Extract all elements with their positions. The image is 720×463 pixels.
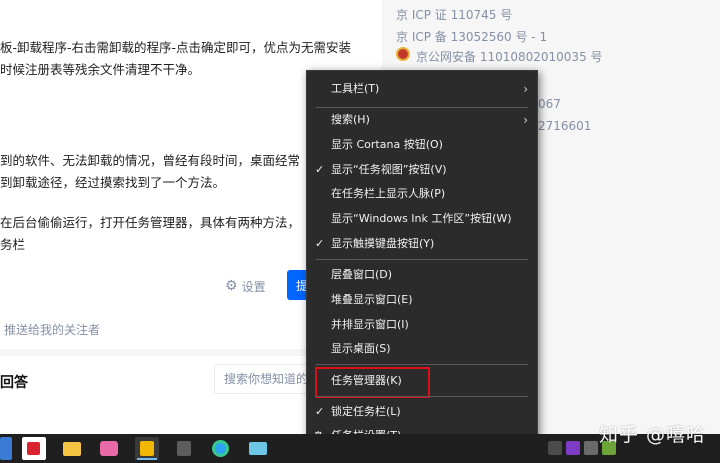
app-icon[interactable] bbox=[246, 437, 270, 460]
article-paragraph: 在后台偷偷运行，打开任务管理器，具体有两种方法， 务栏 bbox=[0, 212, 300, 256]
menu-item-label: 工具栏(T) bbox=[331, 82, 380, 95]
edge-browser-icon[interactable] bbox=[209, 437, 233, 460]
settings-label: 设置 bbox=[241, 279, 266, 294]
settings-button[interactable]: ⚙ 设置 bbox=[225, 275, 266, 297]
menu-item-show-desktop[interactable]: 显示桌面(S) bbox=[307, 337, 537, 361]
checkmark-icon: ✓ bbox=[315, 237, 325, 250]
app-icon[interactable] bbox=[97, 437, 121, 460]
app-icon[interactable] bbox=[135, 437, 159, 460]
tray-icon[interactable] bbox=[548, 441, 562, 455]
menu-item-task-view[interactable]: ✓ 显示“任务视图”按钮(V) bbox=[307, 158, 537, 182]
chevron-right-icon: › bbox=[523, 82, 528, 96]
gear-icon: ⚙ bbox=[225, 278, 238, 294]
icp-record[interactable]: 京 ICP 备 13052560 号 - 1 bbox=[396, 28, 547, 45]
menu-item-label: 并排显示窗口(I) bbox=[331, 318, 409, 331]
app-icon[interactable] bbox=[22, 437, 46, 460]
menu-item-label: 显示触摸键盘按钮(Y) bbox=[331, 237, 435, 250]
onenote-icon[interactable] bbox=[566, 441, 580, 455]
menu-item-search[interactable]: 搜索(H) › bbox=[307, 108, 537, 132]
windows-taskbar[interactable]: 知乎 @嘻哈 bbox=[0, 424, 720, 463]
menu-item-toolbars[interactable]: 工具栏(T) › bbox=[307, 77, 537, 101]
menu-item-label: 显示“任务视图”按钮(V) bbox=[331, 163, 447, 176]
article-paragraph: 板-卸载程序-右击需卸载的程序-点击确定即可，优点为无需安装 时候注册表等残余文… bbox=[0, 37, 351, 81]
file-explorer-icon[interactable] bbox=[60, 437, 84, 460]
tray-icon[interactable] bbox=[584, 441, 598, 455]
menu-item-label: 在任务栏上显示人脉(P) bbox=[331, 187, 446, 200]
app-icon[interactable] bbox=[172, 437, 196, 460]
footer-fragment: 2716601 bbox=[538, 119, 592, 133]
menu-item-label: 层叠窗口(D) bbox=[331, 268, 393, 281]
menu-item-lock-taskbar[interactable]: ✓ 锁定任务栏(L) bbox=[307, 400, 537, 424]
text-line: 到卸载途径，经过摸索找到了一个方法。 bbox=[0, 175, 226, 190]
chevron-right-icon: › bbox=[523, 113, 528, 127]
text-line: 时候注册表等残余文件清理不干净。 bbox=[0, 62, 201, 77]
taskbar-context-menu: 工具栏(T) › 搜索(H) › 显示 Cortana 按钮(O) ✓ 显示“任… bbox=[306, 70, 538, 448]
menu-item-label: 搜索(H) bbox=[331, 113, 370, 126]
answers-title: 回答 bbox=[0, 375, 28, 391]
checkmark-icon: ✓ bbox=[315, 163, 325, 176]
menu-separator bbox=[316, 364, 528, 365]
article-paragraph: 到的软件、无法卸载的情况，曾经有段时间，桌面经常 到卸载途径，经过摸索找到了一个… bbox=[0, 150, 300, 194]
highlight-box bbox=[315, 367, 430, 398]
icp-license[interactable]: 京 ICP 证 110745 号 bbox=[396, 6, 512, 23]
menu-item-label: 堆叠显示窗口(E) bbox=[331, 293, 413, 306]
watermark-text: 知乎 @嘻哈 bbox=[598, 424, 706, 446]
menu-item-stacked[interactable]: 堆叠显示窗口(E) bbox=[307, 288, 537, 312]
checkmark-icon: ✓ bbox=[315, 405, 325, 418]
text-line: 到的软件、无法卸载的情况，曾经有段时间，桌面经常 bbox=[0, 153, 301, 168]
menu-item-cortana[interactable]: 显示 Cortana 按钮(O) bbox=[307, 133, 537, 157]
text-line: 务栏 bbox=[0, 237, 26, 252]
menu-item-windows-ink[interactable]: 显示“Windows Ink 工作区”按钮(W) bbox=[307, 207, 537, 231]
police-record[interactable]: 京公网安备 11010802010035 号 bbox=[416, 48, 603, 65]
text-line: 板-卸载程序-右击需卸载的程序-点击确定即可，优点为无需安装 bbox=[0, 40, 352, 55]
police-badge-icon bbox=[396, 47, 410, 61]
text-line: 在后台偷偷运行，打开任务管理器，具体有两种方法， bbox=[0, 215, 301, 230]
share-text: 推送给我的关注者 bbox=[4, 323, 101, 337]
menu-item-side-by-side[interactable]: 并排显示窗口(I) bbox=[307, 313, 537, 337]
menu-item-cascade[interactable]: 层叠窗口(D) bbox=[307, 263, 537, 287]
app-icon[interactable] bbox=[0, 437, 12, 460]
menu-separator bbox=[316, 259, 528, 260]
menu-item-label: 显示桌面(S) bbox=[331, 342, 391, 355]
menu-item-label: 显示“Windows Ink 工作区”按钮(W) bbox=[331, 212, 512, 225]
menu-item-touch-keyboard[interactable]: ✓ 显示触摸键盘按钮(Y) bbox=[307, 232, 537, 256]
menu-item-label: 显示 Cortana 按钮(O) bbox=[331, 138, 443, 151]
menu-item-label: 锁定任务栏(L) bbox=[331, 405, 401, 418]
menu-separator bbox=[316, 396, 528, 397]
footer-fragment: 067 bbox=[538, 97, 561, 111]
menu-item-people[interactable]: 在任务栏上显示人脉(P) bbox=[307, 182, 537, 206]
